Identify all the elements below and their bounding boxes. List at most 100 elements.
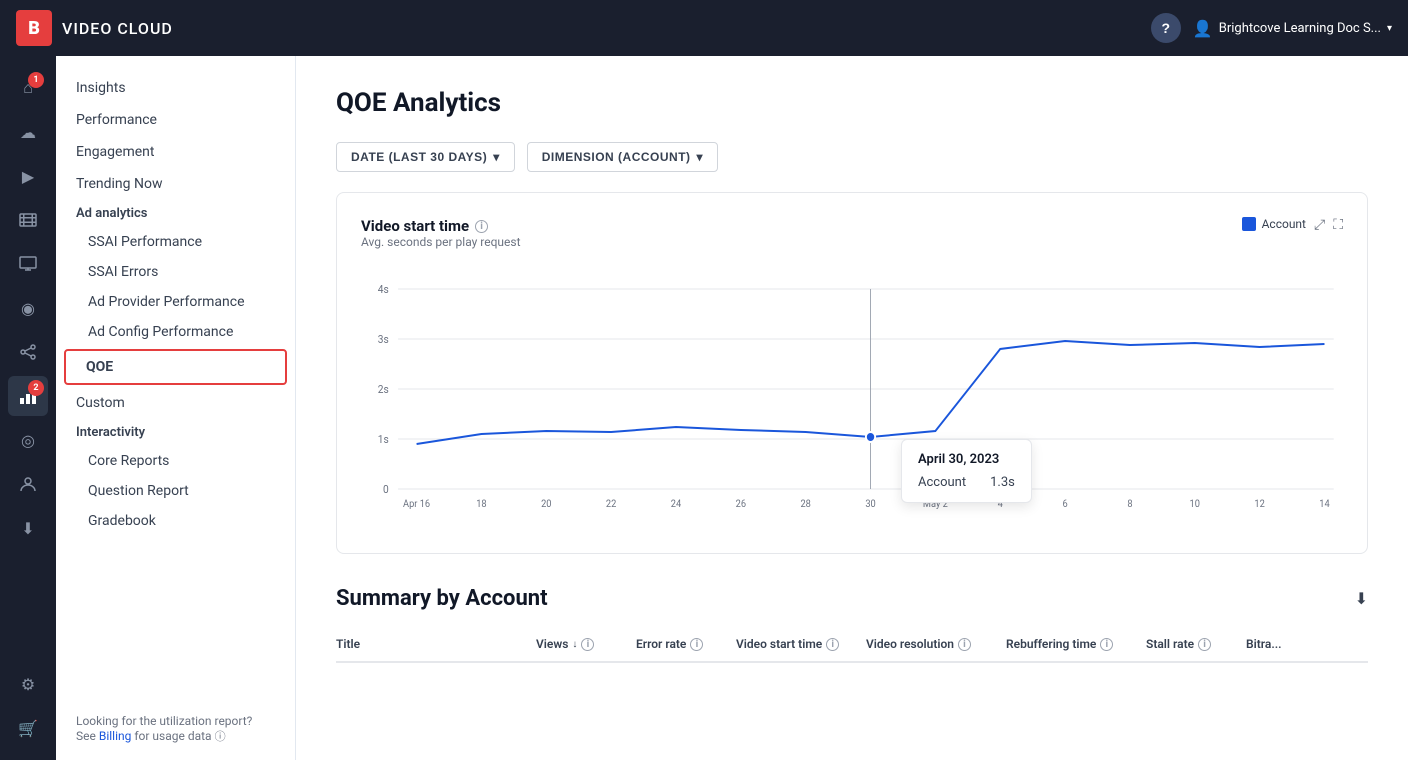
chart-header: Video start time i Avg. seconds per play… [361, 217, 1343, 265]
footer-text: Looking for the utilization report? [76, 714, 252, 728]
sidebar-item-qoe[interactable]: QOE [64, 349, 287, 385]
tooltip-date: April 30, 2023 [918, 452, 1015, 467]
module-icon[interactable]: ◉ [8, 288, 48, 328]
svg-text:24: 24 [671, 499, 682, 509]
svg-text:26: 26 [736, 499, 746, 509]
tooltip-metric-value: 1.3s [990, 475, 1015, 490]
svg-text:12: 12 [1254, 499, 1265, 509]
home-icon[interactable]: ⌂ 1 [8, 68, 48, 108]
date-filter-button[interactable]: DATE (LAST 30 DAYS) ▾ [336, 142, 515, 172]
col-header-vr: Video resolution i [866, 637, 1006, 651]
svg-text:18: 18 [476, 499, 486, 509]
svg-text:10: 10 [1190, 499, 1200, 509]
sidebar-item-ad-provider[interactable]: Ad Provider Performance [56, 287, 295, 317]
svg-text:2s: 2s [378, 383, 389, 396]
chart-tooltip: April 30, 2023 Account 1.3s [901, 439, 1032, 503]
svg-text:6: 6 [1062, 499, 1067, 509]
badge-1: 1 [28, 72, 44, 88]
settings-icon[interactable]: ⚙ [8, 664, 48, 704]
chart-svg: 4s 3s 2s 1s 0 Apr 16 18 20 22 24 26 28 3… [361, 269, 1343, 509]
tv-icon[interactable] [8, 244, 48, 284]
svg-text:1s: 1s [378, 433, 389, 446]
sidebar-item-custom[interactable]: Custom [56, 387, 295, 419]
cart-icon[interactable]: 🛒 [8, 708, 48, 748]
legend-label: Account [1262, 217, 1306, 231]
video-icon[interactable]: ▶ [8, 156, 48, 196]
billing-link[interactable]: Billing [99, 729, 132, 743]
analytics-icon[interactable]: 2 [8, 376, 48, 416]
svg-text:0: 0 [383, 483, 389, 496]
export-icon[interactable]: ⤢ [1314, 217, 1325, 239]
sidebar-item-engagement[interactable]: Engagement [56, 136, 295, 168]
product-name: VIDEO CLOUD [62, 19, 173, 38]
globe-icon[interactable]: ◎ [8, 420, 48, 460]
download-button[interactable]: ⬇ [1355, 589, 1368, 608]
sidebar-item-ad-config[interactable]: Ad Config Performance [56, 317, 295, 347]
dimension-filter-label: DIMENSION (ACCOUNT) [542, 150, 691, 164]
col-header-rt: Rebuffering time i [1006, 637, 1146, 651]
sidebar-item-core-reports[interactable]: Core Reports [56, 446, 295, 476]
info-icon-rt[interactable]: i [1100, 638, 1113, 651]
col-header-sr: Stall rate i [1146, 637, 1246, 651]
summary-header: Summary by Account ⬇ [336, 586, 1368, 611]
filters-row: DATE (LAST 30 DAYS) ▾ DIMENSION (ACCOUNT… [336, 142, 1368, 172]
svg-text:14: 14 [1319, 499, 1330, 509]
sidebar-footer: Looking for the utilization report? See … [56, 698, 295, 760]
chart-title-text: Video start time [361, 217, 469, 235]
user-menu-chevron: ▾ [1387, 23, 1392, 34]
share-icon[interactable] [8, 332, 48, 372]
tooltip-row: Account 1.3s [918, 475, 1015, 490]
sidebar-item-ssai-performance[interactable]: SSAI Performance [56, 227, 295, 257]
sidebar-item-trending[interactable]: Trending Now [56, 168, 295, 200]
date-filter-chevron: ▾ [493, 150, 500, 164]
chart-legend: Account [1242, 217, 1306, 231]
col-header-error: Error rate i [636, 637, 736, 651]
users-icon[interactable] [8, 464, 48, 504]
sidebar-item-question-report[interactable]: Question Report [56, 476, 295, 506]
arrow-down-icon[interactable]: ⬇ [8, 508, 48, 548]
svg-text:30: 30 [865, 499, 875, 509]
user-name: Brightcove Learning Doc S... [1219, 21, 1381, 36]
film-icon[interactable] [8, 200, 48, 240]
info-icon-vr[interactable]: i [958, 638, 971, 651]
fullscreen-icon[interactable]: ⛶ [1333, 217, 1343, 239]
footer-text2: See [76, 729, 96, 743]
chart-subtitle: Avg. seconds per play request [361, 235, 521, 249]
main-content: QOE Analytics DATE (LAST 30 DAYS) ▾ DIME… [296, 56, 1408, 760]
user-icon: 👤 [1193, 19, 1213, 38]
svg-text:20: 20 [541, 499, 551, 509]
sidebar-item-gradebook[interactable]: Gradebook [56, 506, 295, 536]
svg-text:22: 22 [606, 499, 617, 509]
col-header-title: Title [336, 637, 536, 651]
svg-text:4s: 4s [378, 283, 389, 296]
sidebar-item-performance[interactable]: Performance [56, 104, 295, 136]
chart-title-row: Video start time i [361, 217, 521, 235]
user-menu[interactable]: 👤 Brightcove Learning Doc S... ▾ [1193, 19, 1392, 38]
logo: B VIDEO CLOUD [16, 10, 173, 46]
info-icon-sr[interactable]: i [1198, 638, 1211, 651]
chart-actions: Account ⤢ ⛶ [1242, 217, 1343, 239]
svg-text:28: 28 [800, 499, 810, 509]
info-icon-views[interactable]: i [581, 638, 594, 651]
sidebar-item-ssai-errors[interactable]: SSAI Errors [56, 257, 295, 287]
logo-b-icon: B [16, 10, 52, 46]
chart-area: 4s 3s 2s 1s 0 Apr 16 18 20 22 24 26 28 3… [361, 269, 1343, 529]
dimension-filter-button[interactable]: DIMENSION (ACCOUNT) ▾ [527, 142, 718, 172]
col-header-vst: Video start time i [736, 637, 866, 651]
sort-icon-views[interactable]: ↓ [572, 639, 577, 650]
page-title: QOE Analytics [336, 88, 1368, 118]
col-header-views: Views ↓ i [536, 637, 636, 651]
col-header-bit: Bitra... [1246, 637, 1326, 651]
cloud-icon[interactable]: ☁ [8, 112, 48, 152]
summary-title: Summary by Account [336, 586, 548, 611]
help-button[interactable]: ? [1151, 13, 1181, 43]
info-icon-vst[interactable]: i [826, 638, 839, 651]
chart-info-icon[interactable]: i [475, 220, 488, 233]
tooltip-metric-label: Account [918, 475, 966, 490]
top-bar: B VIDEO CLOUD ? 👤 Brightcove Learning Do… [0, 0, 1408, 56]
info-icon-error[interactable]: i [690, 638, 703, 651]
legend-box [1242, 217, 1256, 231]
chart-card: Video start time i Avg. seconds per play… [336, 192, 1368, 554]
svg-text:Apr 16: Apr 16 [403, 499, 430, 509]
sidebar-item-insights[interactable]: Insights [56, 72, 295, 104]
